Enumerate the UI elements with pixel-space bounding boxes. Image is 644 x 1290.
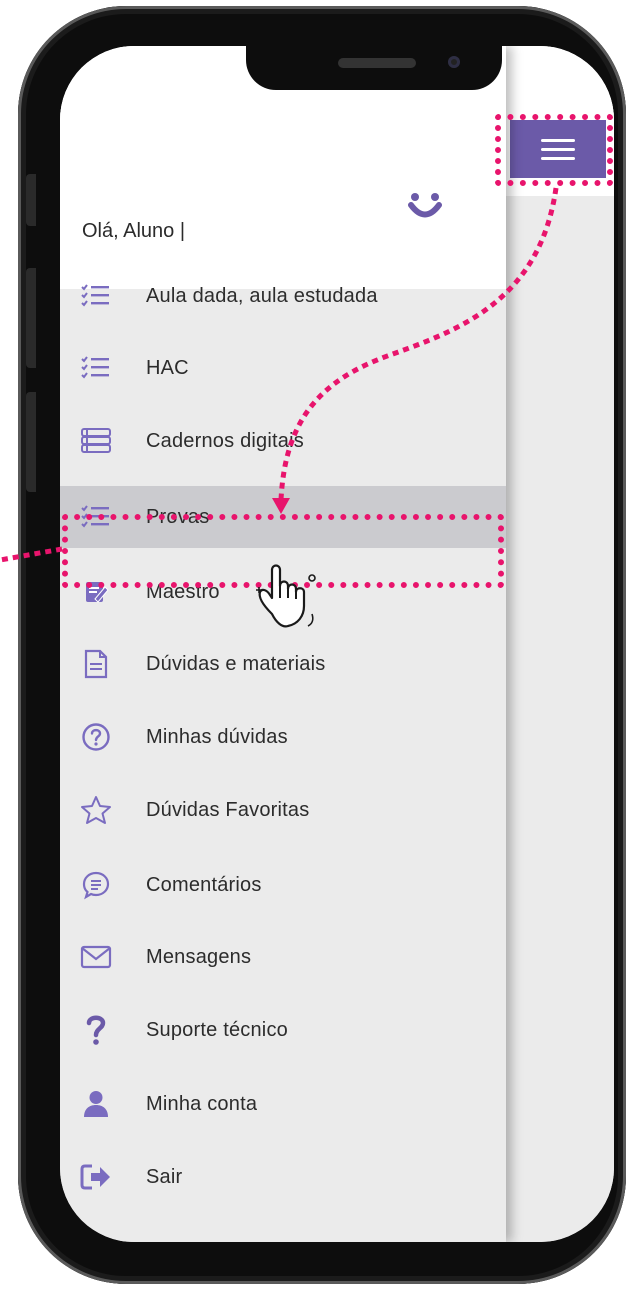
notch — [246, 46, 502, 90]
menu-item-label: Minhas dúvidas — [146, 725, 288, 748]
menu-item-aula[interactable]: Aula dada, aula estudada — [60, 265, 506, 327]
menu-item-label: Minha conta — [146, 1092, 258, 1115]
menu-item-hac[interactable]: HAC — [60, 337, 506, 399]
front-camera — [448, 56, 460, 68]
chat-bubble-icon — [76, 865, 116, 905]
menu-item-sair[interactable]: Sair — [60, 1146, 506, 1208]
menu-item-minhas-duvidas[interactable]: Minhas dúvidas — [60, 706, 506, 768]
menu-item-cadernos[interactable]: Cadernos digitais — [60, 410, 506, 472]
star-icon — [76, 790, 116, 830]
envelope-icon — [76, 937, 116, 977]
menu-item-favoritas[interactable]: Dúvidas Favoritas — [60, 779, 506, 841]
user-greeting: Olá, Aluno | — [82, 220, 186, 242]
menu-item-suporte[interactable]: Suporte técnico — [60, 999, 506, 1061]
menu-item-label: Comentários — [146, 873, 262, 896]
checklist-icon — [76, 497, 116, 537]
speaker — [338, 58, 416, 68]
menu-item-label: Mensagens — [146, 945, 252, 968]
logout-icon — [76, 1157, 116, 1197]
menu-item-label: Cadernos digitais — [146, 429, 304, 452]
menu-item-comentarios[interactable]: Comentários — [60, 854, 506, 916]
user-icon — [76, 1084, 116, 1124]
edit-note-icon — [76, 572, 116, 612]
menu-item-conta[interactable]: Minha conta — [60, 1073, 506, 1135]
hamburger-icon — [541, 133, 575, 166]
checklist-icon — [76, 276, 116, 316]
menu-item-duvidas-materiais[interactable]: Dúvidas e materiais — [60, 633, 506, 695]
menu-item-label: Suporte técnico — [146, 1018, 288, 1041]
volume-up-button — [26, 268, 36, 368]
menu-toggle-button[interactable] — [510, 120, 606, 178]
main-content — [506, 46, 614, 1242]
checklist-icon — [76, 348, 116, 388]
menu-item-label: Sair — [146, 1165, 183, 1188]
menu-item-label: Aula dada, aula estudada — [146, 284, 378, 307]
menu-item-mensagens[interactable]: Mensagens — [60, 926, 506, 988]
app-logo-icon — [408, 193, 442, 218]
menu-item-provas[interactable]: Provas — [60, 486, 506, 548]
menu-item-label: Dúvidas e materiais — [146, 652, 326, 675]
app-screen: Olá, Aluno | Aula dada, aula estudada HAC… — [60, 46, 614, 1242]
silent-switch — [26, 174, 36, 226]
menu-item-label: Dúvidas Favoritas — [146, 798, 310, 821]
menu-item-label: Maestro — [146, 580, 220, 603]
question-mark-icon — [76, 1010, 116, 1050]
document-icon — [76, 644, 116, 684]
menu-item-label: Provas — [146, 505, 210, 528]
menu-item-maestro[interactable]: Maestro — [60, 561, 506, 623]
side-drawer: Olá, Aluno | Aula dada, aula estudada HAC… — [60, 46, 506, 1242]
volume-down-button — [26, 392, 36, 492]
books-icon — [76, 421, 116, 461]
menu-item-label: HAC — [146, 356, 189, 379]
question-circle-icon — [76, 717, 116, 757]
